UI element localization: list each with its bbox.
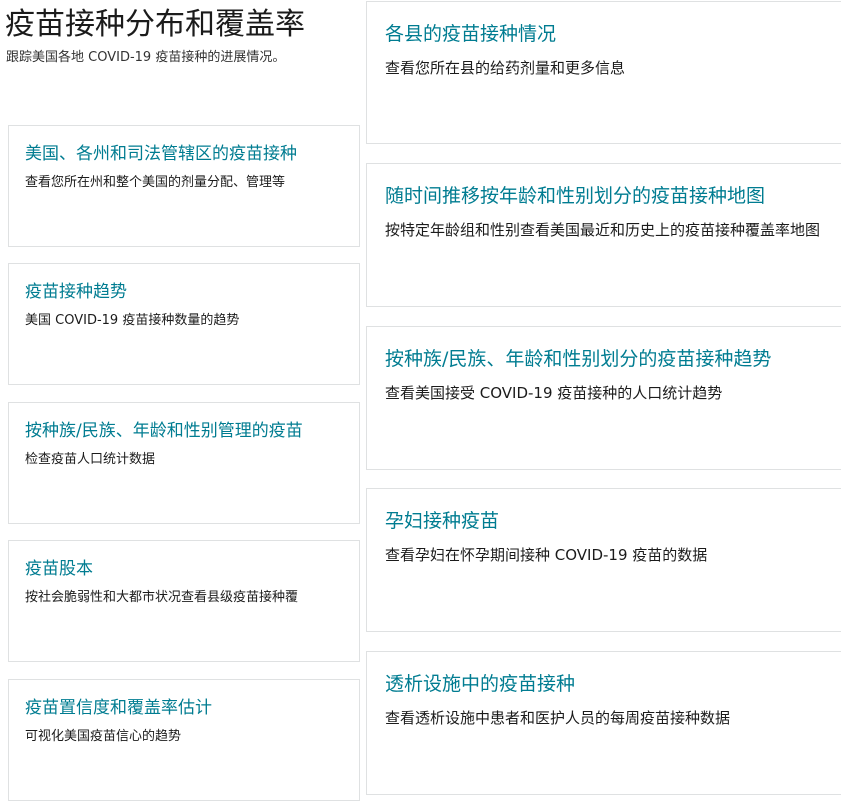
card-dialysis-facilities[interactable]: 透析设施中的疫苗接种 查看透析设施中患者和医护人员的每周疫苗接种数据 xyxy=(366,651,841,795)
card-demographics-administered[interactable]: 按种族/民族、年龄和性别管理的疫苗 检查疫苗人口统计数据 xyxy=(8,402,360,524)
card-title-link[interactable]: 孕妇接种疫苗 xyxy=(385,507,499,535)
card-title-link[interactable]: 透析设施中的疫苗接种 xyxy=(385,670,575,698)
card-description: 查看您所在州和整个美国的剂量分配、管理等 xyxy=(25,175,286,190)
card-vaccine-confidence[interactable]: 疫苗置信度和覆盖率估计 可视化美国疫苗信心的趋势 xyxy=(8,679,360,801)
card-county-vaccinations[interactable]: 各县的疫苗接种情况 查看您所在县的给药剂量和更多信息 xyxy=(366,1,841,144)
card-title-link[interactable]: 按种族/民族、年龄和性别管理的疫苗 xyxy=(25,419,303,443)
card-description: 按特定年龄组和性别查看美国最近和历史上的疫苗接种覆盖率地图 xyxy=(385,221,821,239)
card-description: 美国 COVID-19 疫苗接种数量的趋势 xyxy=(25,313,240,328)
card-description: 按社会脆弱性和大都市状况查看县级疫苗接种覆 xyxy=(25,590,299,605)
card-description: 查看美国接受 COVID-19 疫苗接种的人口统计趋势 xyxy=(385,384,723,402)
card-title-link[interactable]: 各县的疫苗接种情况 xyxy=(385,20,556,48)
card-age-sex-maps[interactable]: 随时间推移按年龄和性别划分的疫苗接种地图 按特定年龄组和性别查看美国最近和历史上… xyxy=(366,163,841,307)
card-demographic-trends[interactable]: 按种族/民族、年龄和性别划分的疫苗接种趋势 查看美国接受 COVID-19 疫苗… xyxy=(366,326,841,470)
card-vaccine-equity[interactable]: 疫苗股本 按社会脆弱性和大都市状况查看县级疫苗接种覆 xyxy=(8,540,360,662)
page-subtitle: 跟踪美国各地 COVID-19 疫苗接种的进展情况。 xyxy=(6,50,286,65)
card-description: 可视化美国疫苗信心的趋势 xyxy=(25,729,182,744)
card-title-link[interactable]: 疫苗置信度和覆盖率估计 xyxy=(25,696,212,720)
card-vaccination-trends[interactable]: 疫苗接种趋势 美国 COVID-19 疫苗接种数量的趋势 xyxy=(8,263,360,385)
page-title: 疫苗接种分布和覆盖率 xyxy=(5,7,305,42)
card-description: 查看透析设施中患者和医护人员的每周疫苗接种数据 xyxy=(385,709,731,727)
card-title-link[interactable]: 疫苗接种趋势 xyxy=(25,280,127,304)
card-description: 检查疫苗人口统计数据 xyxy=(25,452,156,467)
card-title-link[interactable]: 美国、各州和司法管辖区的疫苗接种 xyxy=(25,142,297,166)
card-description: 查看孕妇在怀孕期间接种 COVID-19 疫苗的数据 xyxy=(385,546,708,564)
card-vaccinations-us-states[interactable]: 美国、各州和司法管辖区的疫苗接种 查看您所在州和整个美国的剂量分配、管理等 xyxy=(8,125,360,247)
card-title-link[interactable]: 随时间推移按年龄和性别划分的疫苗接种地图 xyxy=(385,182,765,210)
card-description: 查看您所在县的给药剂量和更多信息 xyxy=(385,59,626,77)
card-pregnant-women[interactable]: 孕妇接种疫苗 查看孕妇在怀孕期间接种 COVID-19 疫苗的数据 xyxy=(366,488,841,632)
card-title-link[interactable]: 按种族/民族、年龄和性别划分的疫苗接种趋势 xyxy=(385,345,771,373)
card-title-link[interactable]: 疫苗股本 xyxy=(25,557,93,581)
